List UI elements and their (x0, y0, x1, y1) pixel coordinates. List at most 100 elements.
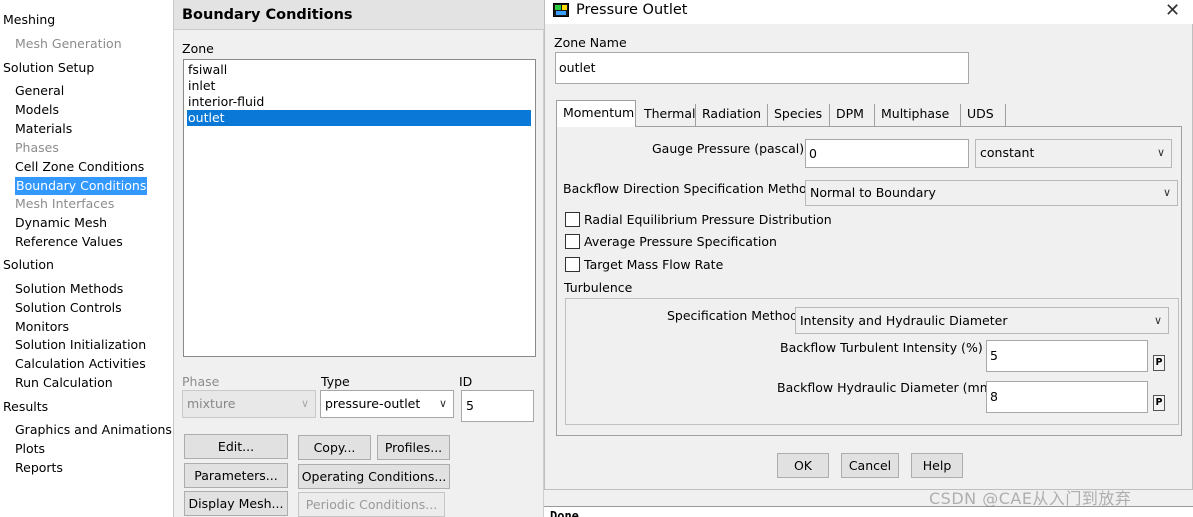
fluent-app-icon (553, 3, 569, 17)
tree-item-calculation-activities[interactable]: Calculation Activities (15, 355, 146, 373)
dialog-title-bar: Pressure Outlet ✕ (545, 0, 1193, 24)
spec-method-value: Intensity and Hydraulic Diameter (800, 313, 1008, 328)
id-field[interactable]: 5 (461, 390, 534, 422)
turbulence-heading: Turbulence (564, 280, 633, 295)
gauge-pressure-method-dropdown[interactable]: constant ∨ (975, 139, 1172, 168)
watermark: CSDN @CAE从入门到放弃 (929, 489, 1132, 508)
tree-item-solution-methods[interactable]: Solution Methods (15, 280, 123, 298)
tab-thermal[interactable]: Thermal (638, 104, 696, 126)
hydraulic-diameter-label: Backflow Hydraulic Diameter (mm) (777, 380, 997, 395)
gauge-pressure-label: Gauge Pressure (pascal) (652, 141, 805, 156)
momentum-tab-panel: Gauge Pressure (pascal) 0 constant ∨ Bac… (556, 126, 1182, 436)
spec-method-dropdown[interactable]: Intensity and Hydraulic Diameter ∨ (795, 307, 1169, 334)
tree-item-dynamic-mesh[interactable]: Dynamic Mesh (15, 214, 107, 232)
zone-label: Zone (182, 41, 214, 56)
backflow-direction-dropdown[interactable]: Normal to Boundary ∨ (805, 180, 1178, 206)
fluent-window: Meshing Mesh Generation Solution Setup G… (0, 0, 1193, 517)
console-text: Done. (550, 509, 587, 517)
turb-intensity-input[interactable]: 5 (986, 340, 1148, 372)
target-mass-flow-label: Target Mass Flow Rate (584, 257, 724, 272)
tree-category-solution-setup[interactable]: Solution Setup (3, 59, 94, 77)
cancel-button[interactable]: Cancel (841, 453, 899, 478)
zone-list[interactable]: fsiwall inlet interior-fluid outlet (183, 59, 536, 357)
tree-item-cell-zone-conditions[interactable]: Cell Zone Conditions (15, 158, 144, 176)
tab-momentum[interactable]: Momentum (556, 100, 636, 127)
tab-species[interactable]: Species (768, 104, 830, 126)
tree-item-phases[interactable]: Phases (15, 139, 59, 157)
type-label: Type (321, 374, 350, 389)
copy-button[interactable]: Copy... (298, 435, 371, 460)
hydraulic-diameter-parameter-button[interactable]: P (1153, 395, 1165, 411)
backflow-direction-label: Backflow Direction Specification Method (563, 181, 815, 196)
type-dropdown[interactable]: pressure-outlet ∨ (320, 390, 454, 418)
tree-category-meshing[interactable]: Meshing (3, 11, 55, 29)
tree-category-results[interactable]: Results (3, 398, 48, 416)
target-mass-flow-checkbox[interactable] (565, 257, 580, 272)
parameters-button[interactable]: Parameters... (184, 463, 288, 488)
average-pressure-checkbox[interactable] (565, 234, 580, 249)
display-mesh-button[interactable]: Display Mesh... (184, 491, 288, 516)
chevron-down-icon: ∨ (438, 397, 447, 410)
close-icon[interactable]: ✕ (1165, 0, 1180, 21)
gauge-pressure-value: 0 (809, 146, 817, 161)
average-pressure-label: Average Pressure Specification (584, 234, 777, 249)
tree-item-reports[interactable]: Reports (15, 459, 63, 477)
tree-item-plots[interactable]: Plots (15, 440, 45, 458)
navigation-tree: Meshing Mesh Generation Solution Setup G… (0, 0, 174, 517)
tree-item-monitors[interactable]: Monitors (15, 318, 69, 336)
tree-item-run-calculation[interactable]: Run Calculation (15, 374, 113, 392)
tab-radiation[interactable]: Radiation (696, 104, 768, 126)
tree-item-solution-controls[interactable]: Solution Controls (15, 299, 122, 317)
tree-item-materials[interactable]: Materials (15, 120, 72, 138)
zone-list-item[interactable]: inlet (187, 78, 531, 94)
tree-item-solution-initialization[interactable]: Solution Initialization (15, 336, 146, 354)
spec-method-label: Specification Method (667, 308, 799, 323)
type-value: pressure-outlet (325, 396, 421, 411)
zone-list-item-selected[interactable]: outlet (187, 110, 531, 126)
pressure-outlet-dialog: Pressure Outlet ✕ Zone Name outlet Momen… (544, 0, 1193, 490)
tree-item-graphics-and-animations[interactable]: Graphics and Animations (15, 421, 172, 439)
id-label: ID (459, 374, 473, 389)
chevron-down-icon: ∨ (300, 397, 309, 410)
phase-label: Phase (182, 374, 220, 389)
hydraulic-diameter-value: 8 (990, 389, 998, 404)
id-value: 5 (466, 398, 474, 413)
panel-title: Boundary Conditions (174, 0, 544, 30)
radial-equilibrium-label: Radial Equilibrium Pressure Distribution (584, 212, 832, 227)
tab-dpm[interactable]: DPM (830, 104, 875, 126)
zone-list-item[interactable]: interior-fluid (187, 94, 531, 110)
profiles-button[interactable]: Profiles... (377, 435, 450, 460)
tree-item-reference-values[interactable]: Reference Values (15, 233, 123, 251)
periodic-conditions-button[interactable]: Periodic Conditions... (298, 492, 445, 517)
turb-intensity-parameter-button[interactable]: P (1153, 355, 1165, 371)
turb-intensity-value: 5 (990, 348, 998, 363)
hydraulic-diameter-input[interactable]: 8 (986, 381, 1148, 413)
zone-name-label: Zone Name (554, 35, 627, 50)
gauge-pressure-input[interactable]: 0 (805, 139, 969, 168)
tree-category-solution[interactable]: Solution (3, 256, 54, 274)
help-button[interactable]: Help (911, 453, 963, 478)
chevron-down-icon: ∨ (1162, 186, 1171, 199)
operating-conditions-button[interactable]: Operating Conditions... (298, 464, 450, 489)
zone-name-input[interactable]: outlet (555, 52, 969, 84)
tab-uds[interactable]: UDS (961, 104, 1006, 126)
edit-button[interactable]: Edit... (184, 434, 288, 459)
tree-item-mesh-generation[interactable]: Mesh Generation (15, 35, 122, 53)
tree-item-boundary-conditions[interactable]: Boundary Conditions (15, 177, 148, 195)
radial-equilibrium-checkbox[interactable] (565, 212, 580, 227)
dialog-title: Pressure Outlet (576, 2, 688, 18)
ok-button[interactable]: OK (777, 453, 829, 478)
chevron-down-icon: ∨ (1156, 146, 1165, 159)
gauge-pressure-method-value: constant (980, 145, 1035, 160)
phase-dropdown[interactable]: mixture ∨ (182, 390, 316, 418)
turbulence-group: Specification Method Intensity and Hydra… (565, 298, 1179, 425)
turb-intensity-label: Backflow Turbulent Intensity (%) (780, 340, 983, 355)
tab-multiphase[interactable]: Multiphase (875, 104, 961, 126)
phase-value: mixture (187, 396, 236, 411)
tree-item-mesh-interfaces[interactable]: Mesh Interfaces (15, 195, 114, 213)
tree-item-models[interactable]: Models (15, 101, 59, 119)
zone-name-value: outlet (559, 60, 596, 75)
tree-item-general[interactable]: General (15, 82, 64, 100)
zone-list-item[interactable]: fsiwall (187, 62, 531, 78)
boundary-conditions-panel: Boundary Conditions Zone fsiwall inlet i… (174, 0, 544, 517)
